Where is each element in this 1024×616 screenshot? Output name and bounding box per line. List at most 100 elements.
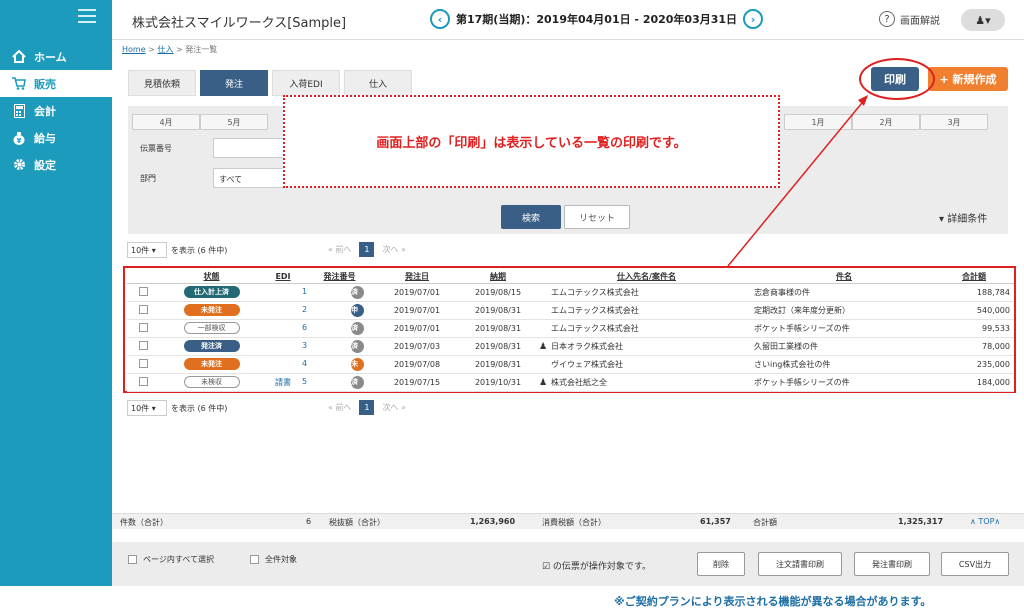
tab-receiving-edi[interactable]: 入荷EDI xyxy=(272,70,340,96)
order-table: 状態 EDI 発注番号 発注日 納期 仕入先名/案件名 件名 合計額 仕入計上済… xyxy=(127,270,1014,392)
order-no-link[interactable]: 2 xyxy=(302,305,307,314)
help-link[interactable]: ? 画面解説 xyxy=(879,11,940,27)
gear-icon xyxy=(12,158,26,172)
top-bar: 株式会社スマイルワークス[Sample] ‹ 第17期(当期)：2019年04月… xyxy=(112,0,1024,40)
table-row[interactable]: 未発注 4未 2019/07/08 2019/08/31 ヴイウェア株式会社 さ… xyxy=(127,355,1014,374)
header-status[interactable]: 状態 xyxy=(159,270,264,284)
month-feb[interactable]: 2月 xyxy=(852,114,920,130)
order-no-cell: 3済 xyxy=(302,337,377,356)
order-no-link[interactable]: 4 xyxy=(302,359,307,368)
delete-button[interactable]: 削除 xyxy=(697,552,745,576)
tab-purchase[interactable]: 仕入 xyxy=(344,70,412,96)
header-supplier[interactable]: 仕入先名/案件名 xyxy=(539,270,754,284)
order-print-button[interactable]: 発注書印刷 xyxy=(854,552,930,576)
supplier-name: ヴイウェア株式会社 xyxy=(551,359,623,369)
slip-number-input[interactable] xyxy=(213,138,293,158)
order-request-print-button[interactable]: 注文請書印刷 xyxy=(758,552,842,576)
row-checkbox[interactable] xyxy=(138,286,148,296)
user-menu-button[interactable]: ♟ ▾ xyxy=(961,9,1005,31)
select-page-checkbox-group[interactable]: ページ内すべて選択 xyxy=(128,554,214,565)
month-apr[interactable]: 4月 xyxy=(132,114,200,130)
new-button[interactable]: + 新規作成 xyxy=(928,67,1008,91)
select-all-checkbox[interactable] xyxy=(250,555,259,564)
tab-quote-request[interactable]: 見積依頼 xyxy=(128,70,196,96)
prev-page-link[interactable]: « 前へ xyxy=(328,402,351,413)
month-mar[interactable]: 3月 xyxy=(920,114,988,130)
header-subject[interactable]: 件名 xyxy=(754,270,934,284)
sidebar-item-accounting[interactable]: 会計 xyxy=(0,97,112,124)
sidebar-item-label: 会計 xyxy=(34,104,56,118)
header-edi[interactable]: EDI xyxy=(264,270,302,284)
due-date-cell: 2019/08/31 xyxy=(457,301,539,320)
order-no-link[interactable]: 5 xyxy=(302,377,307,386)
row-checkbox[interactable] xyxy=(138,358,148,368)
breadcrumb-purchase[interactable]: 仕入 xyxy=(157,45,173,54)
order-no-link[interactable]: 6 xyxy=(302,323,307,332)
per-page-select[interactable]: 10件 ▾ xyxy=(127,400,167,416)
table-row[interactable]: 未検収 請書 5済 2019/07/15 2019/10/31 ♟ 株式会社紙之全… xyxy=(127,373,1014,392)
operation-target-text: ☑ の伝票が操作対象です。 xyxy=(542,562,652,572)
approval-badge: 済 xyxy=(351,285,365,299)
current-page[interactable]: 1 xyxy=(359,400,375,415)
sidebar-item-settings[interactable]: 設定 xyxy=(0,151,112,178)
pretax-label: 税抜額（合計） xyxy=(329,518,385,527)
breadcrumb-home[interactable]: Home xyxy=(122,45,146,54)
current-page[interactable]: 1 xyxy=(359,242,375,257)
table-row[interactable]: 発注済 3済 2019/07/03 2019/08/31 ♟ 日本オラク株式会社 … xyxy=(127,337,1014,356)
table-row[interactable]: 一部検収 6済 2019/07/01 2019/08/31 エムコテックス株式会… xyxy=(127,319,1014,338)
fiscal-period: ‹ 第17期(当期)：2019年04月01日 - 2020年03月31日 › xyxy=(430,9,764,29)
status-badge: 仕入計上済 xyxy=(183,286,240,298)
tab-order[interactable]: 発注 xyxy=(200,70,268,96)
order-no-link[interactable]: 1 xyxy=(302,287,307,296)
month-may[interactable]: 5月 xyxy=(200,114,268,130)
per-page-control-bottom: 10件 ▾ を表示 (6 件中) xyxy=(127,400,227,416)
row-checkbox[interactable] xyxy=(138,340,148,350)
next-period-button[interactable]: › xyxy=(743,9,764,29)
table-row[interactable]: 未発注 2申 2019/07/01 2019/08/31 エムコテックス株式会社… xyxy=(127,301,1014,320)
header-due-date[interactable]: 納期 xyxy=(457,270,539,284)
row-checkbox[interactable] xyxy=(138,304,148,314)
edi-cell: 請書 xyxy=(264,373,302,392)
reset-button[interactable]: リセット xyxy=(564,205,630,229)
header-order-no[interactable]: 発注番号 xyxy=(302,270,377,284)
cart-icon xyxy=(12,77,26,91)
row-checkbox-cell xyxy=(127,355,159,374)
search-button[interactable]: 検索 xyxy=(501,205,561,229)
next-page-link[interactable]: 次へ » xyxy=(382,402,405,413)
select-page-checkbox[interactable] xyxy=(128,555,137,564)
back-to-top-link[interactable]: ∧ TOP∧ xyxy=(970,517,1000,526)
next-page-link[interactable]: 次へ » xyxy=(382,244,405,255)
department-select[interactable]: すべて xyxy=(213,168,293,188)
sidebar-item-home[interactable]: ホーム xyxy=(0,43,112,70)
supplier-name: エムコテックス株式会社 xyxy=(551,305,639,315)
help-label: 画面解説 xyxy=(900,15,940,27)
hamburger-menu-icon[interactable] xyxy=(78,9,96,23)
breadcrumb-current: 発注一覧 xyxy=(185,45,218,54)
sidebar-item-sales[interactable]: 販売 xyxy=(0,70,112,97)
person-icon: ♟ xyxy=(539,377,548,388)
prev-period-button[interactable]: ‹ xyxy=(430,9,450,29)
month-jan[interactable]: 1月 xyxy=(784,114,852,130)
header-total[interactable]: 合計額 xyxy=(934,270,1014,284)
status-badge: 発注済 xyxy=(183,340,240,352)
row-checkbox-cell xyxy=(127,337,159,356)
select-all-checkbox-group[interactable]: 全件対象 xyxy=(250,554,297,565)
per-page-select[interactable]: 10件 ▾ xyxy=(127,242,167,258)
row-checkbox[interactable] xyxy=(138,322,148,332)
order-no-link[interactable]: 3 xyxy=(302,341,307,350)
row-checkbox[interactable] xyxy=(138,376,148,386)
edi-link[interactable]: 請書 xyxy=(275,378,291,387)
csv-export-button[interactable]: CSV出力 xyxy=(941,552,1009,576)
tax-label: 消費税額（合計） xyxy=(542,518,606,527)
table-row[interactable]: 仕入計上済 1済 2019/07/01 2019/08/15 エムコテックス株式… xyxy=(127,283,1014,302)
supplier-cell: ♟ 株式会社紙之全 xyxy=(539,373,754,392)
status-cell: 仕入計上済 xyxy=(159,283,264,302)
sidebar-item-payroll[interactable]: ¥ 給与 xyxy=(0,124,112,151)
order-date-cell: 2019/07/15 xyxy=(377,373,457,392)
per-page-control: 10件 ▾ を表示 (6 件中) xyxy=(127,242,227,258)
subject-cell: 志倉商事様の件 xyxy=(754,283,934,302)
prev-page-link[interactable]: « 前へ xyxy=(328,244,351,255)
header-order-date[interactable]: 発注日 xyxy=(377,270,457,284)
edi-cell xyxy=(264,301,302,320)
detail-conditions-toggle[interactable]: ▾ 詳細条件 xyxy=(939,210,987,225)
